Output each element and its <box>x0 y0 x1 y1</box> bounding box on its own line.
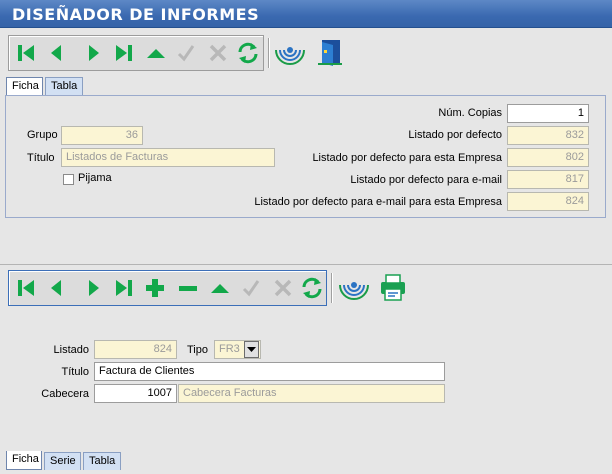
listado-label: Listado <box>53 344 89 356</box>
first-record-button[interactable] <box>13 40 39 66</box>
listado-defecto-field[interactable]: 832 <box>507 126 589 145</box>
listado-field[interactable]: 824 <box>94 340 177 359</box>
cabecera-code-field[interactable]: 1007 <box>94 384 177 403</box>
titulo-field-bottom[interactable]: Factura de Clientes <box>94 362 445 381</box>
remove-record-icon <box>179 286 197 291</box>
bottom-nav-toolbar <box>8 270 327 306</box>
exit-button[interactable] <box>314 36 346 68</box>
tab-serie[interactable]: Serie <box>44 452 81 470</box>
remove-record-button[interactable] <box>175 275 201 301</box>
top-nav-toolbar <box>8 35 264 71</box>
next-record-button[interactable] <box>80 40 106 66</box>
grupo-field[interactable]: 36 <box>61 126 143 145</box>
previous-record-icon <box>51 45 61 61</box>
wireless-signal-icon <box>339 282 369 300</box>
chevron-down-icon <box>247 346 256 352</box>
cancel-button <box>270 275 296 301</box>
tab-ficha[interactable]: Ficha <box>6 77 43 96</box>
pijama-label: Pijama <box>78 172 112 184</box>
tab-ficha-bottom[interactable]: Ficha <box>6 451 42 470</box>
refresh-button[interactable] <box>235 40 261 66</box>
pijama-checkbox[interactable] <box>63 174 74 185</box>
confirm-button <box>173 40 199 66</box>
last-record-icon <box>116 45 132 61</box>
refresh-button[interactable] <box>299 275 325 301</box>
cabecera-description-field: Cabecera Facturas <box>178 384 445 403</box>
last-record-button[interactable] <box>111 40 137 66</box>
confirm-check-icon <box>177 45 195 62</box>
tab-tabla-label: Tabla <box>51 80 78 92</box>
tab-ficha-label: Ficha <box>12 80 39 92</box>
wireless-signal-icon <box>275 47 305 65</box>
refresh-icon <box>238 42 258 64</box>
tab-serie-label: Serie <box>50 455 76 467</box>
listado-email-label: Listado por defecto para e-mail <box>350 174 502 186</box>
previous-record-icon <box>51 280 61 296</box>
first-record-icon <box>18 45 34 61</box>
tipo-dropdown-button[interactable] <box>244 341 259 358</box>
first-record-icon <box>18 280 34 296</box>
window-title: DISEÑADOR DE INFORMES <box>12 5 260 24</box>
listado-email-empresa-field[interactable]: 824 <box>507 192 589 211</box>
listado-empresa-label: Listado por defecto para esta Empresa <box>312 152 502 164</box>
titulo-field[interactable]: Listados de Facturas <box>61 148 275 167</box>
listado-email-field[interactable]: 817 <box>507 170 589 189</box>
titulo-label: Título <box>27 152 55 164</box>
num-copias-label: Núm. Copias <box>438 107 502 119</box>
toolbar-separator <box>268 38 270 68</box>
exit-door-icon <box>318 40 342 66</box>
tipo-label: Tipo <box>187 344 208 356</box>
previous-record-button[interactable] <box>44 40 70 66</box>
tab-tabla-bottom[interactable]: Tabla <box>83 452 121 470</box>
add-record-button[interactable] <box>142 275 168 301</box>
cancel-button <box>205 40 231 66</box>
cabecera-label: Cabecera <box>41 388 89 400</box>
previous-record-button[interactable] <box>44 275 70 301</box>
section-divider <box>0 264 612 265</box>
tab-ficha-bottom-label: Ficha <box>12 453 39 465</box>
confirm-check-icon <box>242 280 260 297</box>
tab-tabla[interactable]: Tabla <box>45 77 83 95</box>
next-record-icon <box>89 45 99 61</box>
last-record-icon <box>116 280 132 296</box>
num-copias-field[interactable]: 1 <box>507 104 589 123</box>
grupo-label: Grupo <box>27 129 58 141</box>
connection-button[interactable] <box>338 271 370 303</box>
connection-button[interactable] <box>274 36 306 68</box>
next-record-button[interactable] <box>80 275 106 301</box>
listado-empresa-field[interactable]: 802 <box>507 148 589 167</box>
move-up-button[interactable] <box>143 40 169 66</box>
last-record-button[interactable] <box>111 275 137 301</box>
print-icon <box>381 274 405 301</box>
first-record-button[interactable] <box>13 275 39 301</box>
cancel-x-icon <box>209 44 227 62</box>
titulo-label-bottom: Título <box>61 366 89 378</box>
move-up-icon <box>147 49 165 58</box>
refresh-icon <box>302 277 322 299</box>
tab-tabla-bottom-label: Tabla <box>89 455 116 467</box>
listado-defecto-label: Listado por defecto <box>408 129 502 141</box>
listado-email-empresa-label: Listado por defecto para e-mail para est… <box>254 196 502 208</box>
print-button[interactable] <box>377 271 409 303</box>
next-record-icon <box>89 280 99 296</box>
toolbar-separator <box>331 273 333 303</box>
confirm-button <box>238 275 264 301</box>
move-up-icon <box>211 284 229 293</box>
move-up-button[interactable] <box>207 275 233 301</box>
title-bar: DISEÑADOR DE INFORMES <box>0 0 612 28</box>
add-record-icon <box>146 279 164 297</box>
cancel-x-icon <box>274 279 292 297</box>
